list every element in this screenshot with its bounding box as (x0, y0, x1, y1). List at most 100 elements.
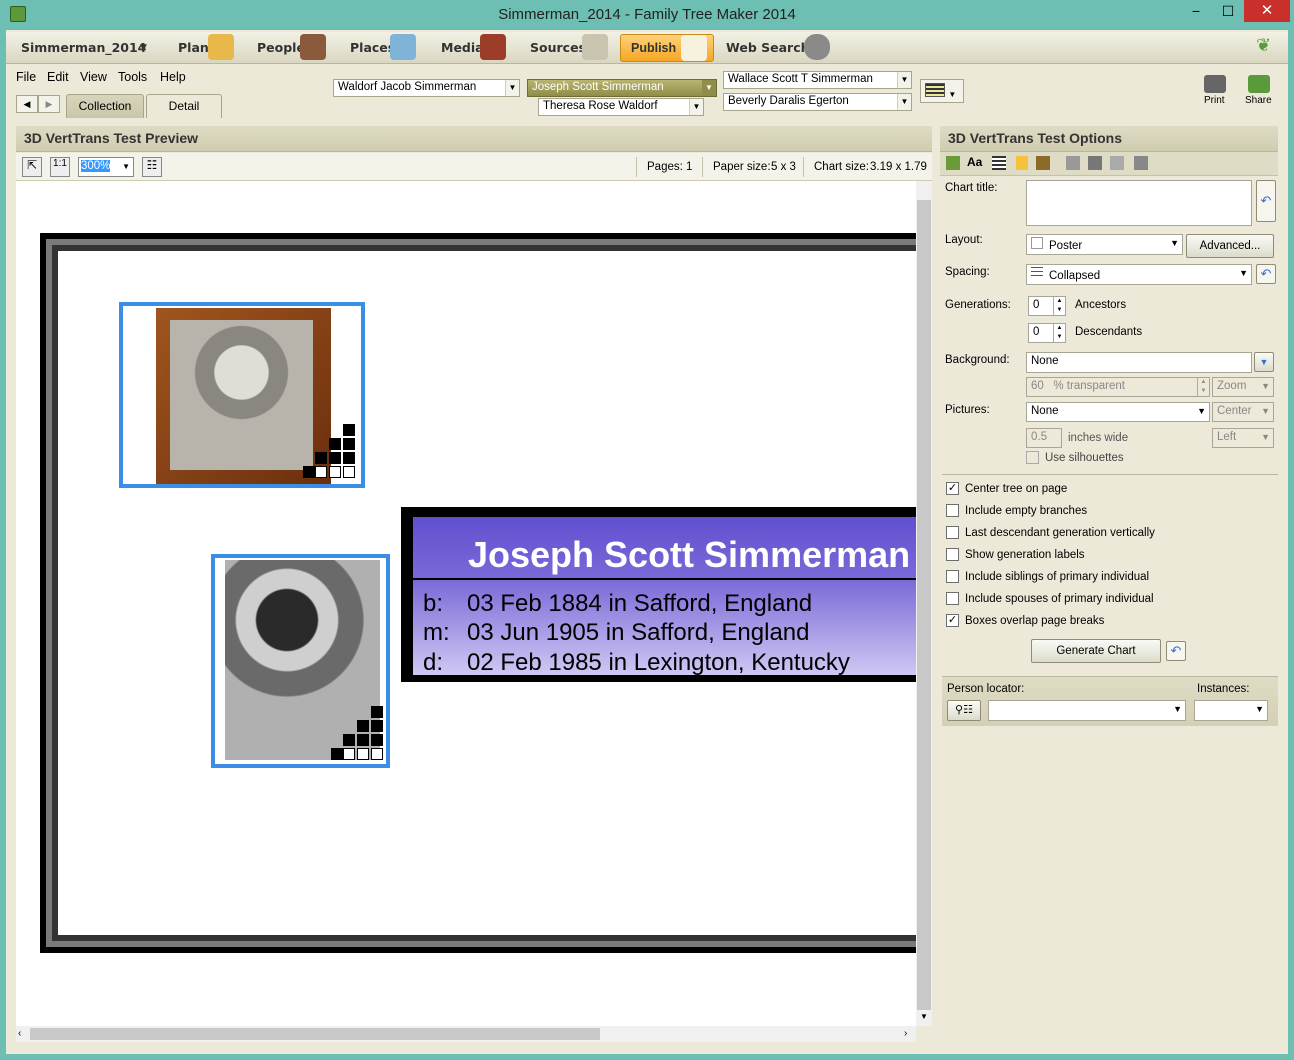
publish-icon (681, 35, 707, 61)
menu-edit[interactable]: Edit (47, 70, 69, 84)
spin-arrows-icon[interactable]: ▲ ▼ (1197, 378, 1209, 396)
picture-position-select[interactable]: Center ▼ (1212, 402, 1274, 422)
back-arrow-icon[interactable]: ◀ (16, 95, 38, 113)
instances-select[interactable]: ▼ (1194, 700, 1268, 721)
menu-tools[interactable]: Tools (118, 70, 147, 84)
advanced-button[interactable]: Advanced... (1186, 234, 1274, 258)
option-checkbox[interactable] (946, 526, 959, 539)
option-checkbox[interactable] (946, 504, 959, 517)
family-view-button[interactable]: ▼ (920, 79, 964, 103)
copy-icon[interactable] (1134, 156, 1148, 170)
fit-page-icon[interactable]: ⇱ (22, 157, 42, 177)
scroll-down-icon[interactable]: ▼ (916, 1012, 932, 1026)
insert-icon[interactable] (946, 156, 960, 170)
share-icon[interactable] (1248, 75, 1270, 93)
chart-title-input[interactable] (1026, 180, 1252, 226)
mother-photo-box[interactable] (211, 554, 390, 768)
print-label[interactable]: Print (1204, 95, 1225, 106)
chevron-down-icon: ▼ (897, 72, 911, 88)
chevron-down-icon[interactable]: ▼ (1254, 352, 1274, 372)
descendants-spinner[interactable]: 0 ▲ ▼ (1028, 323, 1066, 343)
scroll-right-icon[interactable]: › (904, 1028, 907, 1039)
person-locator-icon[interactable]: ⚲☷ (947, 700, 981, 721)
forward-arrow-icon[interactable]: ▶ (38, 95, 60, 113)
current-person-selector[interactable]: Joseph Scott Simmerman ▼ (527, 79, 717, 97)
tab-detail[interactable]: Detail (146, 94, 222, 118)
option-checkbox[interactable]: ✓ (946, 482, 959, 495)
minimize-button[interactable]: − (1180, 0, 1212, 22)
spouse-father-selector[interactable]: Wallace Scott T Simmerman ▼ (723, 71, 912, 89)
people-icon (300, 34, 326, 60)
background-position-select[interactable]: Zoom ▼ (1212, 377, 1274, 397)
chevron-down-icon[interactable]: ▼ (140, 43, 147, 53)
mother-name: Theresa Rose Waldorf (543, 100, 658, 112)
option-checkbox[interactable]: ✓ (946, 614, 959, 627)
menu-view[interactable]: View (80, 70, 107, 84)
places-button[interactable]: Places (350, 40, 395, 55)
file-name-dropdown[interactable]: Simmerman_2014 (21, 40, 146, 55)
people-button[interactable]: People (257, 40, 305, 55)
zoom-value: 300% (81, 160, 111, 172)
chevron-down-icon: ▼ (897, 94, 911, 110)
transparency-spinner[interactable]: 60 % transparent ▲ ▼ (1026, 377, 1210, 397)
person-box[interactable]: Joseph Scott Simmerman b: 03 Feb 1884 in … (401, 507, 916, 682)
instances-label: Instances: (1197, 683, 1250, 695)
option-checkbox-label: Include empty branches (965, 505, 1088, 517)
text-lines-icon[interactable] (992, 156, 1006, 170)
father-photo-box[interactable] (119, 302, 365, 488)
person-locator-select[interactable]: ▼ (988, 700, 1186, 721)
sources-button[interactable]: Sources (530, 40, 586, 55)
generate-chart-button[interactable]: Generate Chart (1031, 639, 1161, 663)
spin-arrows-icon[interactable]: ▲ ▼ (1053, 324, 1065, 342)
tree-view-icon[interactable]: ☷ (142, 157, 162, 177)
undo-icon[interactable]: ↶ (1166, 641, 1186, 661)
option-checkbox[interactable] (946, 570, 959, 583)
zoom-select[interactable]: 300% ▼ (78, 157, 134, 177)
spin-arrows-icon[interactable]: ▲ ▼ (1053, 297, 1065, 315)
silhouettes-label: Use silhouettes (1045, 452, 1124, 464)
option-checkbox[interactable] (946, 592, 959, 605)
stairs-icon (331, 706, 389, 764)
picture-width-value: 0.5 (1031, 431, 1047, 443)
silhouettes-checkbox[interactable] (1026, 451, 1039, 464)
menu-help[interactable]: Help (160, 70, 186, 84)
window-title: Simmerman_2014 - Family Tree Maker 2014 (498, 6, 796, 23)
font-icon[interactable]: Aa (967, 155, 982, 169)
scroll-left-icon[interactable]: ‹ (18, 1028, 21, 1039)
save-icon[interactable] (1110, 156, 1124, 170)
maximize-button[interactable]: ☐ (1212, 0, 1244, 22)
layout-icon (1031, 237, 1043, 249)
chevron-down-icon: ▼ (1170, 238, 1179, 248)
option-checkbox[interactable] (946, 548, 959, 561)
tab-collection[interactable]: Collection (66, 94, 144, 118)
horizontal-scrollbar-thumb[interactable] (30, 1028, 600, 1040)
vertical-scrollbar-thumb[interactable] (917, 200, 931, 1010)
ancestors-spinner[interactable]: 0 ▲ ▼ (1028, 296, 1066, 316)
undo-icon[interactable]: ↶ (1256, 180, 1276, 222)
background-label: Background: (945, 354, 1010, 366)
spacing-select[interactable]: Collapsed ▼ (1026, 264, 1252, 285)
printer-icon[interactable] (1204, 75, 1226, 93)
actual-size-icon[interactable]: 1:1 (50, 157, 70, 177)
share-label[interactable]: Share (1245, 95, 1272, 106)
background-icon[interactable] (1036, 156, 1050, 170)
picture-align-select[interactable]: Left ▼ (1212, 428, 1274, 448)
picture-width-input[interactable]: 0.5 (1026, 428, 1062, 448)
pictures-select[interactable]: None ▼ (1026, 402, 1210, 422)
media-button[interactable]: Media (441, 40, 484, 55)
background-select[interactable]: None (1026, 352, 1252, 373)
plan-button[interactable]: Plan (178, 40, 209, 55)
boxes-icon[interactable] (1066, 156, 1080, 170)
web-search-button[interactable]: Web Search (726, 40, 810, 55)
menu-file[interactable]: File (16, 70, 36, 84)
option-checkbox-label: Boxes overlap page breaks (965, 615, 1105, 627)
color-icon[interactable] (1016, 156, 1028, 170)
gear-icon[interactable] (1088, 156, 1102, 170)
spouse-mother-selector[interactable]: Beverly Daralis Egerton ▼ (723, 93, 912, 111)
publish-button[interactable]: Publish (620, 34, 714, 62)
mother-selector[interactable]: Theresa Rose Waldorf ▼ (538, 98, 704, 116)
undo-icon[interactable]: ↶ (1256, 264, 1276, 284)
layout-select[interactable]: Poster ▼ (1026, 234, 1183, 255)
father-selector[interactable]: Waldorf Jacob Simmerman ▼ (333, 79, 520, 97)
close-button[interactable]: ✕ (1244, 0, 1290, 22)
